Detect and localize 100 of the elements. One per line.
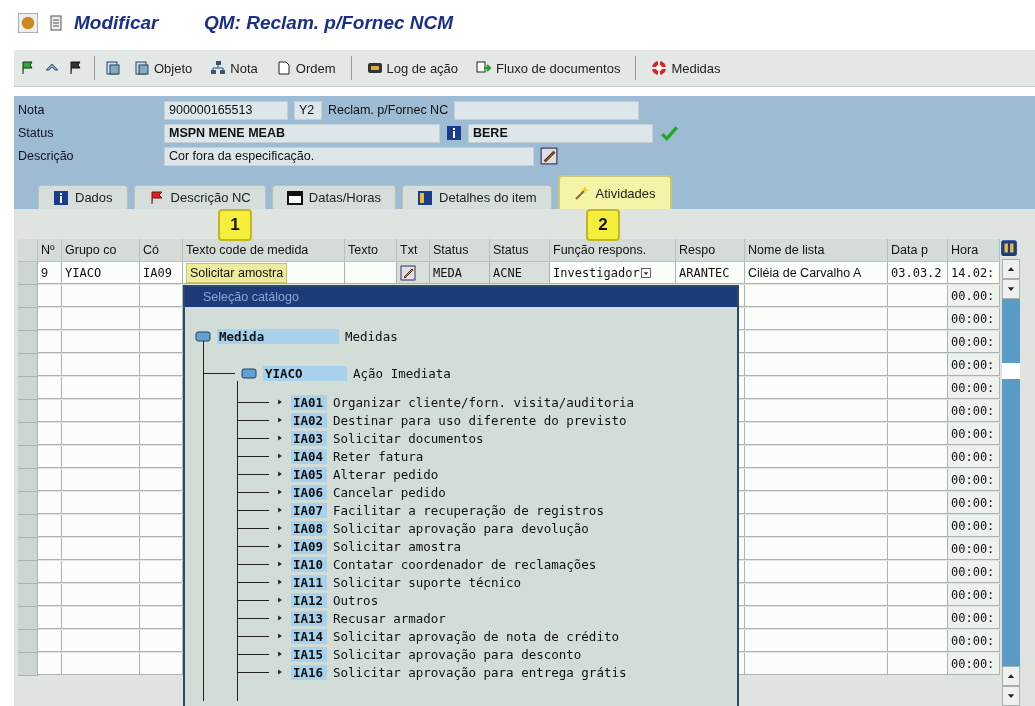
row-selector[interactable] — [18, 653, 38, 676]
node-text: Reter fatura — [333, 448, 424, 464]
tree-node[interactable]: IA09 — [291, 538, 327, 554]
node-text: Alterar pedido — [333, 466, 439, 482]
column-header[interactable]: Hora — [948, 239, 1000, 262]
table-cell — [140, 331, 183, 353]
column-header[interactable]: Status — [490, 239, 550, 262]
tree-node[interactable]: IA14 — [291, 628, 327, 644]
table-cell — [38, 423, 62, 445]
row-selector[interactable] — [18, 377, 38, 400]
sap-menu-icon — [18, 13, 38, 33]
row-selector[interactable] — [18, 492, 38, 515]
column-header[interactable]: Nome de lista — [745, 239, 888, 262]
input-field[interactable]: MSPN MENE MEAB — [164, 123, 440, 143]
column-header[interactable]: Status — [430, 239, 490, 262]
row-selector[interactable] — [18, 331, 38, 354]
table-cell — [140, 400, 183, 422]
node-text: Destinar para uso diferente do previsto — [333, 412, 627, 428]
scroll-down-button[interactable] — [1002, 279, 1020, 299]
tab[interactable]: Datas/Horas — [271, 185, 396, 209]
toolbar-button[interactable]: Medidas — [644, 55, 728, 81]
column-header[interactable]: Texto code de medida — [183, 239, 345, 262]
row-selector[interactable] — [18, 308, 38, 331]
page-icon — [275, 60, 292, 76]
row-selector[interactable] — [18, 469, 38, 492]
tree-node[interactable]: IA11 — [291, 574, 327, 590]
column-header[interactable]: Texto — [345, 239, 397, 262]
column-header[interactable]: Grupo co — [62, 239, 140, 262]
tree-node[interactable]: IA05 — [291, 466, 327, 482]
column-header[interactable]: Função respons. — [550, 239, 676, 262]
tab[interactable]: Dados — [38, 185, 128, 209]
row-selector[interactable] — [18, 262, 38, 285]
table-cell: 00:00: — [951, 426, 995, 441]
table-cell — [38, 492, 62, 514]
tree-node[interactable]: IA03 — [291, 430, 327, 446]
tree-node[interactable]: IA08 — [291, 520, 327, 536]
callout-marker: 2 — [586, 209, 620, 241]
toolbar-button[interactable]: Objeto — [127, 55, 200, 81]
toolbar-button[interactable]: Ordem — [268, 55, 343, 81]
document-icon — [134, 60, 150, 76]
column-header[interactable]: Nº — [38, 239, 62, 262]
input-field[interactable]: Y2 — [294, 100, 322, 120]
table-cell — [140, 469, 183, 491]
row-selector[interactable] — [18, 446, 38, 469]
table-cell: 00:00: — [951, 564, 995, 579]
tree-node[interactable]: Medida — [217, 328, 339, 344]
table-cell — [38, 469, 62, 491]
row-selector[interactable] — [18, 285, 38, 308]
scrollbar-thumb[interactable] — [1002, 363, 1020, 379]
tree-node[interactable]: IA07 — [291, 502, 327, 518]
table-cell — [140, 607, 183, 629]
scroll-down-button[interactable] — [1002, 686, 1020, 706]
toolbar-button[interactable]: Log de ação — [359, 55, 466, 81]
scroll-up-button[interactable] — [1002, 259, 1020, 279]
input-field[interactable]: Cor fora da especificação. — [164, 146, 534, 166]
dialog-title: Seleção catálogo — [185, 287, 737, 307]
column-header[interactable]: Có — [140, 239, 183, 262]
row-selector[interactable] — [18, 538, 38, 561]
row-selector[interactable] — [18, 423, 38, 446]
tree-node[interactable]: IA12 — [291, 592, 327, 608]
row-selector[interactable] — [18, 584, 38, 607]
row-selector[interactable] — [18, 561, 38, 584]
table-cell — [38, 584, 62, 606]
tree-node[interactable]: IA10 — [291, 556, 327, 572]
row-selector[interactable] — [18, 630, 38, 653]
tree-node[interactable]: IA06 — [291, 484, 327, 500]
node-text: Contatar coordenador de reclamações — [333, 556, 597, 572]
tree-node[interactable]: IA04 — [291, 448, 327, 464]
column-header[interactable]: Txt — [397, 239, 430, 262]
field-label: Status — [18, 126, 55, 140]
tree-node[interactable]: IA02 — [291, 412, 327, 428]
row-selector[interactable] — [18, 354, 38, 377]
document-icon — [105, 60, 121, 76]
row-selector[interactable] — [18, 400, 38, 423]
node-text: Facilitar a recuperação de registros — [333, 502, 604, 518]
toolbar-button[interactable]: Nota — [203, 55, 265, 81]
node-text: Organizar cliente/forn. visita/auditoria — [333, 394, 635, 410]
table-cell — [38, 515, 62, 537]
tree-node[interactable]: IA16 — [291, 664, 327, 680]
scroll-up-button[interactable] — [1002, 666, 1020, 686]
tree-node[interactable]: YIACO — [263, 365, 347, 381]
row-selector[interactable] — [18, 607, 38, 630]
tab[interactable]: Detalhes do item — [402, 185, 552, 209]
row-selector[interactable] — [18, 515, 38, 538]
input-field[interactable]: BERE — [468, 123, 653, 143]
life-ring-icon — [651, 60, 668, 76]
input-field[interactable] — [454, 100, 640, 120]
table-cell: ACNE — [493, 265, 522, 280]
tab[interactable]: Descrição NC — [133, 185, 266, 209]
table-cell — [140, 515, 183, 537]
column-header[interactable]: Data p — [888, 239, 948, 262]
tree-node[interactable]: IA15 — [291, 646, 327, 662]
column-header[interactable]: Respo — [676, 239, 745, 262]
table-cell: 00:00: — [951, 633, 995, 648]
table-cell — [38, 561, 62, 583]
tree-node[interactable]: IA01 — [291, 394, 327, 410]
tab[interactable]: Atividades — [557, 175, 672, 209]
input-field[interactable]: 900000165513 — [164, 100, 288, 120]
toolbar-button[interactable]: Fluxo de documentos — [469, 55, 628, 81]
tree-node[interactable]: IA13 — [291, 610, 327, 626]
